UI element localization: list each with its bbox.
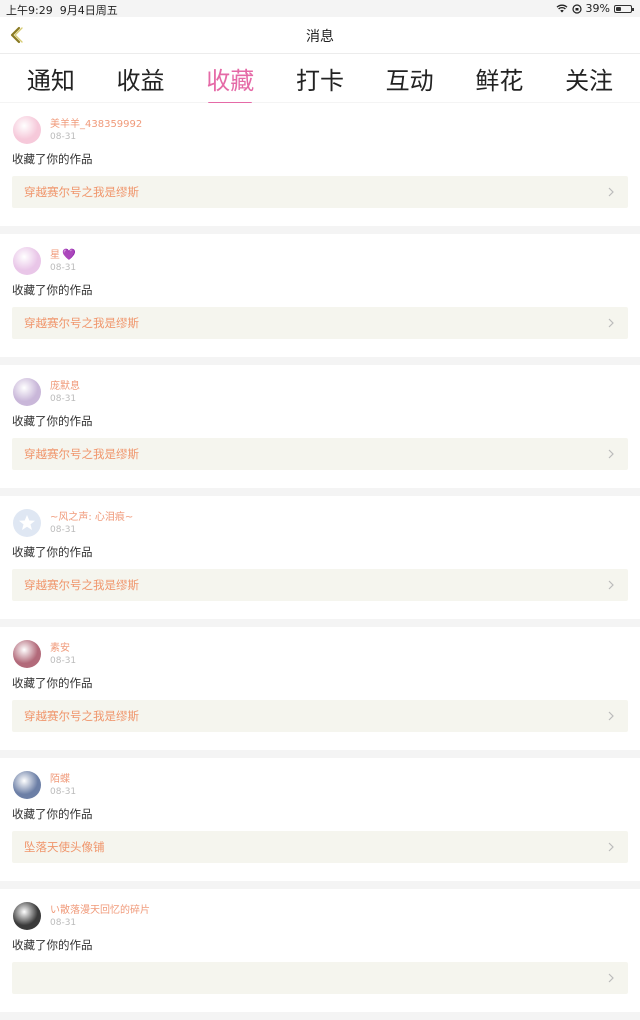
work-title: 穿越赛尔号之我是缪斯	[24, 709, 139, 723]
item-date: 08-31	[50, 131, 77, 142]
chevron-right-icon	[608, 973, 614, 983]
username[interactable]: 星 💜	[50, 248, 76, 262]
work-link[interactable]	[12, 962, 628, 994]
username[interactable]: 陌蝶	[50, 773, 76, 786]
work-link[interactable]: 坠落天使头像铺	[12, 831, 628, 863]
default-avatar-star-icon	[19, 515, 35, 530]
action-text: 收藏了你的作品	[12, 545, 93, 559]
action-text: 收藏了你的作品	[12, 807, 93, 821]
status-bar: 上午9:29 9月4日周五 39%	[0, 0, 640, 17]
favorite-notification-item: 美羊羊_438359992 08-31 收藏了你的作品穿越赛尔号之我是缪斯	[0, 103, 640, 226]
avatar[interactable]	[13, 509, 41, 537]
purple-heart-icon: 💜	[62, 248, 76, 261]
work-title: 穿越赛尔号之我是缪斯	[24, 316, 139, 330]
status-time-date: 上午9:29 9月4日周五	[6, 2, 118, 18]
tab-favorites[interactable]: 收藏	[200, 55, 260, 104]
tab-follow[interactable]: 关注	[559, 55, 619, 102]
chevron-right-icon	[608, 318, 614, 328]
action-text: 收藏了你的作品	[12, 152, 93, 166]
work-link[interactable]: 穿越赛尔号之我是缪斯	[12, 438, 628, 470]
item-header: 美羊羊_438359992 08-31	[12, 115, 628, 145]
chevron-right-icon	[608, 449, 614, 459]
item-date: 08-31	[50, 655, 77, 666]
favorite-notification-item: ~风之声: 心泪痕~ 08-31 收藏了你的作品穿越赛尔号之我是缪斯	[0, 496, 640, 619]
item-header: 陌蝶 08-31	[12, 770, 628, 800]
item-date: 08-31	[50, 393, 77, 404]
work-link[interactable]: 穿越赛尔号之我是缪斯	[12, 569, 628, 601]
work-title: 穿越赛尔号之我是缪斯	[24, 185, 139, 199]
action-text: 收藏了你的作品	[12, 283, 93, 297]
notification-list: 美羊羊_438359992 08-31 收藏了你的作品 穿越赛尔号之我是缪斯星 💜 08-…	[0, 103, 640, 1020]
tab-flowers[interactable]: 鲜花	[469, 55, 529, 102]
battery-fill	[616, 6, 622, 11]
chevron-right-icon	[608, 187, 614, 197]
action-text: 收藏了你的作品	[12, 676, 93, 690]
username-text: 庞默息	[50, 380, 80, 392]
favorite-notification-item: 陌蝶 08-31 收藏了你的作品坠落天使头像铺	[0, 758, 640, 881]
item-header: い散落漫天回忆的碎片 08-31	[12, 901, 628, 931]
work-link[interactable]: 穿越赛尔号之我是缪斯	[12, 700, 628, 732]
username-text: 星	[50, 250, 60, 261]
favorite-notification-item: 素安 08-31 收藏了你的作品穿越赛尔号之我是缪斯	[0, 627, 640, 750]
username[interactable]: 素安	[50, 642, 76, 655]
wifi-icon	[556, 4, 567, 13]
item-date: 08-31	[50, 917, 77, 928]
user-meta: 庞默息 08-31	[50, 380, 80, 405]
avatar[interactable]	[13, 378, 41, 406]
nav-bar: 消息	[0, 17, 640, 54]
tab-bar: 通知 收益 收藏 打卡 互动 鲜花 关注	[0, 54, 640, 104]
favorite-notification-item: 星 💜 08-31 收藏了你的作品 穿越赛尔号之我是缪斯	[0, 234, 640, 357]
avatar[interactable]	[13, 771, 41, 799]
username-text: ~风之声: 心泪痕~	[50, 511, 134, 523]
item-header: 庞默息 08-31	[12, 377, 628, 407]
orientation-lock-icon	[571, 3, 582, 14]
user-meta: い散落漫天回忆的碎片 08-31	[50, 904, 150, 929]
avatar[interactable]	[13, 247, 41, 275]
avatar[interactable]	[13, 116, 41, 144]
item-header: 素安 08-31	[12, 639, 628, 669]
avatar[interactable]	[13, 902, 41, 930]
work-title: 穿越赛尔号之我是缪斯	[24, 578, 139, 592]
battery-percent: 39%	[585, 2, 610, 15]
item-date: 08-31	[50, 263, 77, 273]
user-meta: 陌蝶 08-31	[50, 773, 76, 798]
chevron-right-icon	[608, 711, 614, 721]
avatar[interactable]	[13, 640, 41, 668]
work-link[interactable]: 穿越赛尔号之我是缪斯	[12, 176, 628, 208]
favorite-notification-item: い散落漫天回忆的碎片 08-31 收藏了你的作品	[0, 889, 640, 1012]
page-title: 消息	[306, 29, 334, 45]
status-right: 39%	[556, 2, 634, 15]
item-header: 星 💜 08-31	[12, 246, 628, 276]
chevron-right-icon	[608, 580, 614, 590]
work-title: 穿越赛尔号之我是缪斯	[24, 447, 139, 461]
username-text: い散落漫天回忆的碎片	[50, 904, 150, 916]
username[interactable]: ~风之声: 心泪痕~	[50, 511, 133, 524]
username[interactable]: い散落漫天回忆的碎片	[50, 904, 150, 917]
user-meta: ~风之声: 心泪痕~ 08-31	[50, 511, 133, 536]
work-link[interactable]: 穿越赛尔号之我是缪斯	[12, 307, 628, 339]
tab-income[interactable]: 收益	[111, 55, 171, 102]
username-text: 陌蝶	[50, 773, 70, 785]
user-meta: 美羊羊_438359992 08-31	[50, 118, 142, 143]
username[interactable]: 庞默息	[50, 380, 80, 393]
username[interactable]: 美羊羊_438359992	[50, 118, 142, 131]
username-text: 素安	[50, 642, 70, 654]
status-date: 9月4日周五	[59, 4, 118, 17]
user-meta: 星 💜 08-31	[50, 248, 76, 274]
favorite-notification-item: 庞默息 08-31 收藏了你的作品穿越赛尔号之我是缪斯	[0, 365, 640, 488]
username-text: 美羊羊_438359992	[50, 118, 143, 130]
tab-notify[interactable]: 通知	[21, 55, 81, 102]
user-meta: 素安 08-31	[50, 642, 76, 667]
item-date: 08-31	[50, 524, 77, 535]
action-text: 收藏了你的作品	[12, 938, 93, 952]
tab-checkin[interactable]: 打卡	[290, 55, 350, 102]
action-text: 收藏了你的作品	[12, 414, 93, 428]
chevron-right-icon	[608, 842, 614, 852]
item-header: ~风之声: 心泪痕~ 08-31	[12, 508, 628, 538]
tab-interaction[interactable]: 互动	[380, 55, 440, 102]
battery-icon	[614, 4, 634, 13]
item-date: 08-31	[50, 786, 77, 797]
status-time: 上午9:29	[6, 4, 53, 17]
